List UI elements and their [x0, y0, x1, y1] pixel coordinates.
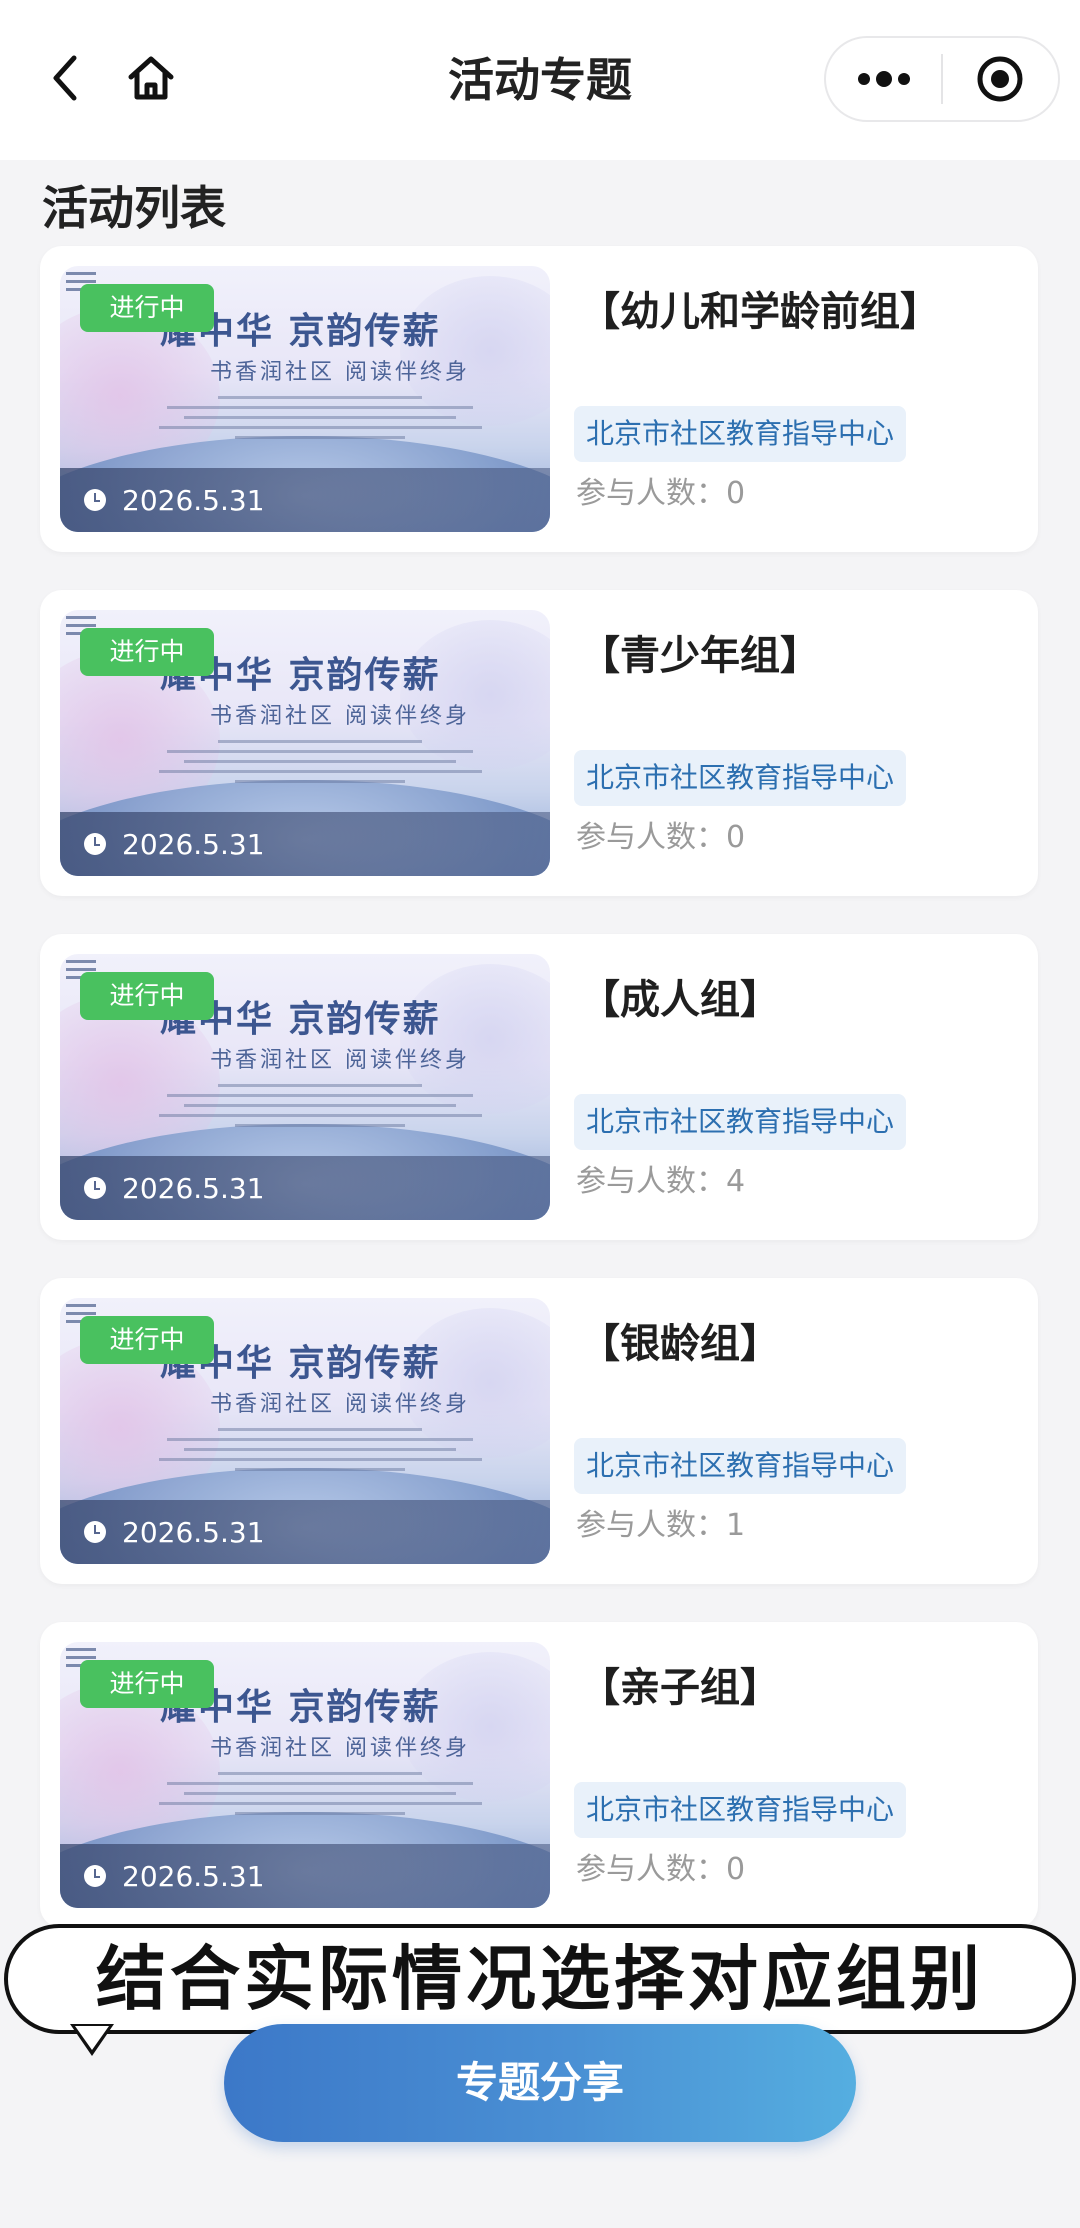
caption-tail-inner — [75, 2026, 109, 2050]
navigation-bar: 活动专题 — [0, 0, 1080, 160]
organizer-tag: 北京市社区教育指导中心 — [574, 1438, 907, 1494]
activity-title[interactable]: 【银龄组】 — [580, 1316, 780, 1372]
end-date: 2026.5.31 — [122, 1171, 265, 1205]
end-date: 2026.5.31 — [122, 1859, 265, 1893]
status-badge: 进行中 — [80, 284, 214, 332]
page-title: 活动专题 — [448, 53, 632, 107]
date-bar: 2026.5.31 — [60, 1500, 550, 1564]
mini-program-capsule — [824, 36, 1060, 122]
clock-icon — [84, 1865, 106, 1887]
thumbnail-subline: 书香润社区 阅读伴终身 — [210, 1048, 470, 1073]
end-date: 2026.5.31 — [122, 1515, 265, 1549]
more-icon — [857, 71, 910, 87]
activity-card[interactable]: 耀中华 京韵传薪 书香润社区 阅读伴终身 进行中 2026.5.31 【幼儿和学… — [40, 246, 1038, 552]
activity-card[interactable]: 耀中华 京韵传薪 书香润社区 阅读伴终身 进行中 2026.5.31 【青少年组… — [40, 590, 1038, 896]
thumbnail-fine-print — [150, 740, 490, 790]
date-bar: 2026.5.31 — [60, 468, 550, 532]
activity-title[interactable]: 【亲子组】 — [580, 1660, 780, 1716]
participant-count: 参与人数：1 — [576, 1508, 746, 1543]
activity-thumbnail[interactable]: 耀中华 京韵传薪 书香润社区 阅读伴终身 进行中 2026.5.31 — [60, 1298, 550, 1564]
date-bar: 2026.5.31 — [60, 1156, 550, 1220]
activity-title[interactable]: 【成人组】 — [580, 972, 780, 1028]
date-bar: 2026.5.31 — [60, 1844, 550, 1908]
activity-list: 耀中华 京韵传薪 书香润社区 阅读伴终身 进行中 2026.5.31 【幼儿和学… — [40, 246, 1040, 1966]
activity-thumbnail[interactable]: 耀中华 京韵传薪 书香润社区 阅读伴终身 进行中 2026.5.31 — [60, 266, 550, 532]
status-badge: 进行中 — [80, 1316, 214, 1364]
back-button[interactable] — [40, 48, 90, 108]
activity-thumbnail[interactable]: 耀中华 京韵传薪 书香润社区 阅读伴终身 进行中 2026.5.31 — [60, 954, 550, 1220]
activity-card[interactable]: 耀中华 京韵传薪 书香润社区 阅读伴终身 进行中 2026.5.31 【成人组】… — [40, 934, 1038, 1240]
target-icon — [977, 56, 1023, 102]
caption-bubble: 结合实际情况选择对应组别 — [4, 1924, 1076, 2034]
more-button[interactable] — [826, 36, 941, 122]
thumbnail-fine-print — [150, 1772, 490, 1822]
organizer-tag: 北京市社区教育指导中心 — [574, 1782, 907, 1838]
activity-thumbnail[interactable]: 耀中华 京韵传薪 书香润社区 阅读伴终身 进行中 2026.5.31 — [60, 610, 550, 876]
participant-count: 参与人数：0 — [576, 1852, 746, 1887]
date-bar: 2026.5.31 — [60, 812, 550, 876]
participant-count: 参与人数：0 — [576, 820, 746, 855]
section-title: 活动列表 — [42, 181, 226, 235]
thumbnail-subline: 书香润社区 阅读伴终身 — [210, 360, 470, 385]
thumbnail-subline: 书香润社区 阅读伴终身 — [210, 1736, 470, 1761]
participant-count: 参与人数：4 — [576, 1164, 746, 1199]
close-button[interactable] — [943, 36, 1058, 122]
status-badge: 进行中 — [80, 628, 214, 676]
activity-card[interactable]: 耀中华 京韵传薪 书香润社区 阅读伴终身 进行中 2026.5.31 【亲子组】… — [40, 1622, 1038, 1928]
clock-icon — [84, 489, 106, 511]
thumbnail-fine-print — [150, 396, 490, 446]
home-icon — [128, 56, 174, 100]
caption-text: 结合实际情况选择对应组别 — [96, 1938, 984, 2020]
share-button[interactable]: 专题分享 — [224, 2024, 856, 2142]
status-badge: 进行中 — [80, 1660, 214, 1708]
activity-thumbnail[interactable]: 耀中华 京韵传薪 书香润社区 阅读伴终身 进行中 2026.5.31 — [60, 1642, 550, 1908]
activity-card[interactable]: 耀中华 京韵传薪 书香润社区 阅读伴终身 进行中 2026.5.31 【银龄组】… — [40, 1278, 1038, 1584]
activity-title[interactable]: 【青少年组】 — [580, 628, 820, 684]
thumbnail-subline: 书香润社区 阅读伴终身 — [210, 1392, 470, 1417]
organizer-tag: 北京市社区教育指导中心 — [574, 406, 907, 462]
end-date: 2026.5.31 — [122, 827, 265, 861]
organizer-tag: 北京市社区教育指导中心 — [574, 1094, 907, 1150]
thumbnail-fine-print — [150, 1428, 490, 1478]
page: 活动专题 活动列表 耀中华 京韵传薪 书香润社区 阅读伴终身 进行中 2026.… — [0, 0, 1080, 2228]
clock-icon — [84, 1521, 106, 1543]
participant-count: 参与人数：0 — [576, 476, 746, 511]
end-date: 2026.5.31 — [122, 483, 265, 517]
clock-icon — [84, 1177, 106, 1199]
thumbnail-fine-print — [150, 1084, 490, 1134]
thumbnail-subline: 书香润社区 阅读伴终身 — [210, 704, 470, 729]
home-button[interactable] — [122, 48, 180, 108]
organizer-tag: 北京市社区教育指导中心 — [574, 750, 907, 806]
activity-title[interactable]: 【幼儿和学龄前组】 — [580, 284, 940, 340]
status-badge: 进行中 — [80, 972, 214, 1020]
back-icon — [53, 55, 77, 101]
clock-icon — [84, 833, 106, 855]
